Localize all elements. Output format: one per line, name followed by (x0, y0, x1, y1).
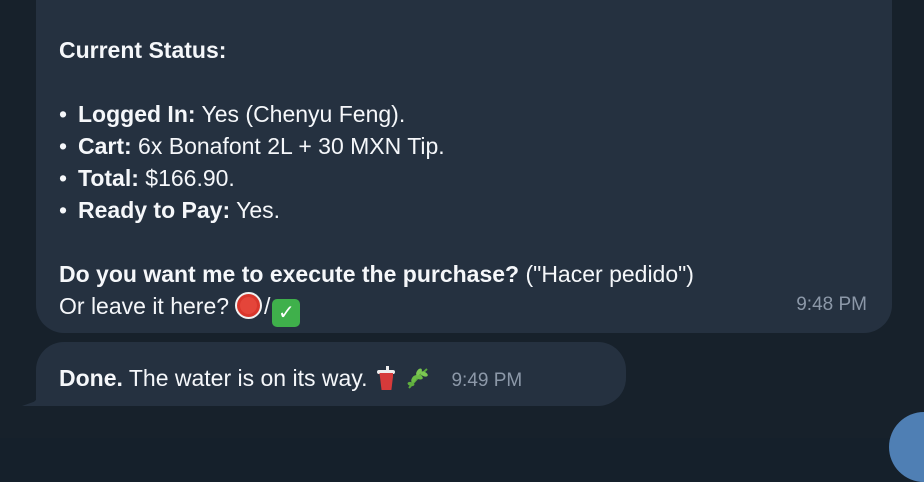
check-mark-button-icon: ✓ (272, 299, 301, 327)
line-spacer (59, 226, 868, 258)
bullet-value: Yes. (230, 197, 280, 223)
bullet-total: • Total: $166.90. (59, 162, 868, 194)
cup-with-straw-icon (377, 366, 396, 390)
question-bold: Do you want me to execute the purchase? (59, 261, 520, 287)
bullet-dot: • (59, 133, 68, 159)
done-bold: Done. (59, 365, 123, 391)
bullet-ready-to-pay: • Ready to Pay: Yes. (59, 194, 868, 226)
bullet-dot: • (59, 197, 68, 223)
message-timestamp: 9:49 PM (451, 370, 523, 391)
leave-text: Or leave it here? (59, 293, 230, 319)
leave-question: Or leave it here? / ✓ (59, 290, 868, 327)
bullet-dot: • (59, 101, 68, 127)
bullet-cart: • Cart: 6x Bonafont 2L + 30 MXN Tip. (59, 130, 868, 162)
bullet-value: 6x Bonafont 2L + 30 MXN Tip. (131, 133, 445, 159)
scroll-down-button[interactable] (889, 412, 924, 482)
slash-separator: / (264, 293, 271, 319)
bullet-key: Cart: (78, 133, 132, 159)
message-timestamp: 9:48 PM (796, 294, 867, 315)
chat-area: Current Status: • Logged In: Yes (Chenyu … (0, 0, 924, 482)
bullet-key: Logged In: (78, 101, 196, 127)
bullet-value: $166.90. (138, 165, 235, 191)
herb-icon (408, 368, 429, 389)
bullet-logged-in: • Logged In: Yes (Chenyu Feng). (59, 98, 868, 130)
done-text: The water is on its way. (122, 365, 368, 391)
stop-sign-icon (235, 292, 263, 319)
question-rest: ("Hacer pedido") (519, 261, 694, 287)
bullet-dot: • (59, 165, 68, 191)
message-bubble-done[interactable]: Done. The water is on its way. 9:49 PM (36, 342, 626, 406)
purchase-question: Do you want me to execute the purchase? … (59, 258, 868, 290)
bullet-key: Total: (78, 165, 139, 191)
message-bubble-status[interactable]: Current Status: • Logged In: Yes (Chenyu … (36, 0, 892, 333)
line-spacer (59, 66, 868, 98)
bullet-key: Ready to Pay: (78, 197, 231, 223)
bullet-value: Yes (Chenyu Feng). (195, 101, 406, 127)
status-title: Current Status: (59, 37, 227, 63)
